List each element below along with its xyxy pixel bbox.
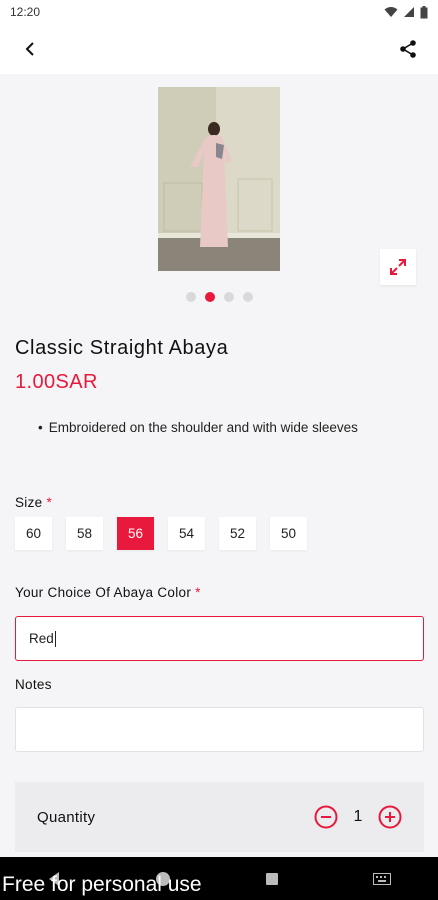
status-bar: 12:20 <box>0 0 438 24</box>
increase-quantity-button[interactable] <box>378 805 402 829</box>
color-label-text: Your Choice Of Abaya Color <box>15 585 192 600</box>
size-option[interactable]: 60 <box>15 517 52 550</box>
nav-back-icon[interactable] <box>47 871 61 887</box>
product-price: 1.00SAR <box>15 371 98 393</box>
expand-image-button[interactable] <box>380 249 416 285</box>
battery-icon <box>420 5 428 18</box>
bullet-icon: • <box>38 420 43 435</box>
product-description-item: • Embroidered on the shoulder and with w… <box>38 420 358 435</box>
gallery-dots <box>0 292 438 302</box>
size-label: Size * <box>15 495 52 510</box>
status-time: 12:20 <box>10 5 41 19</box>
product-description-text: Embroidered on the shoulder and with wid… <box>48 420 358 435</box>
signal-icon <box>404 7 414 17</box>
quantity-label: Quantity <box>37 808 96 826</box>
required-marker: * <box>195 585 201 600</box>
product-image[interactable] <box>158 87 280 271</box>
size-option[interactable]: 58 <box>66 517 103 550</box>
product-title: Classic Straight Abaya <box>15 337 229 359</box>
gallery-dot[interactable] <box>185 292 196 302</box>
text-cursor <box>54 630 56 647</box>
expand-icon <box>390 259 406 275</box>
notes-input[interactable] <box>15 707 424 752</box>
nav-recents-icon[interactable] <box>265 872 279 886</box>
abaya-color-value: Red <box>29 631 54 646</box>
share-icon <box>400 40 416 58</box>
decrease-quantity-button[interactable] <box>314 805 338 829</box>
size-label-text: Size <box>15 495 43 510</box>
required-marker: * <box>46 495 53 510</box>
back-button[interactable] <box>16 35 44 63</box>
quantity-stepper: 1 <box>314 805 402 829</box>
gallery-dot[interactable] <box>223 292 234 302</box>
size-option[interactable]: 52 <box>219 517 256 550</box>
size-options: 60 58 56 54 52 50 <box>15 517 307 550</box>
share-button[interactable] <box>394 35 422 63</box>
notes-label: Notes <box>15 677 52 692</box>
nav-home-icon[interactable] <box>155 871 171 887</box>
abaya-color-input[interactable]: Red <box>15 616 424 661</box>
wifi-icon <box>384 7 398 17</box>
gallery-dot-active[interactable] <box>204 292 215 302</box>
status-icons <box>384 5 428 19</box>
gallery-dot[interactable] <box>242 292 253 302</box>
system-navigation-bar <box>0 857 438 900</box>
size-option-selected[interactable]: 56 <box>117 517 154 550</box>
size-option[interactable]: 54 <box>168 517 205 550</box>
top-app-bar <box>0 24 438 74</box>
keyboard-icon[interactable] <box>373 872 391 885</box>
back-arrow-icon <box>25 42 34 56</box>
size-option[interactable]: 50 <box>270 517 307 550</box>
quantity-card: Quantity 1 <box>15 782 424 852</box>
color-label: Your Choice Of Abaya Color * <box>15 585 201 600</box>
product-photo <box>158 87 280 271</box>
quantity-value: 1 <box>353 808 363 825</box>
